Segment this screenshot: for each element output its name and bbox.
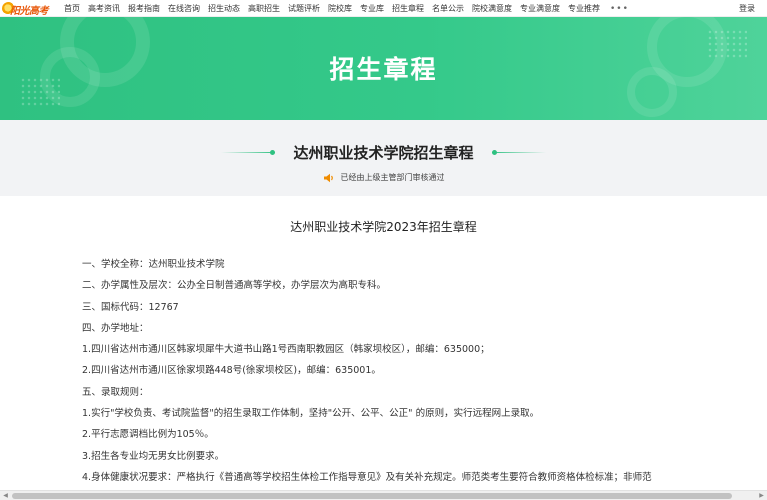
more-icon[interactable]: ••• xyxy=(610,4,629,14)
heading-decoration-left xyxy=(221,149,276,155)
heading-decoration-right xyxy=(491,149,546,155)
nav-item-school-satisfaction[interactable]: 院校满意度 xyxy=(472,0,512,17)
scroll-left-icon[interactable]: ◀ xyxy=(1,492,10,500)
nav-item-consult[interactable]: 在线咨询 xyxy=(168,0,200,17)
nav-menu: 首页 高考资讯 报考指南 在线咨询 招生动态 高职招生 试题评析 院校库 专业库… xyxy=(64,0,629,17)
nav-item-exam-review[interactable]: 试题评析 xyxy=(288,0,320,17)
horizontal-scrollbar[interactable]: ◀ ▶ xyxy=(0,490,767,500)
nav-item-schools[interactable]: 院校库 xyxy=(328,0,352,17)
scrollbar-thumb[interactable] xyxy=(12,493,732,499)
approval-notice: 已经由上级主管部门审核通过 xyxy=(0,172,767,183)
site-logo[interactable]: 阳光高考 xyxy=(2,1,49,17)
notice-text: 已经由上级主管部门审核通过 xyxy=(340,173,445,182)
document-body: 一、学校全称：达州职业技术学院 二、办学属性及层次：公办全日制普通高等学校，办学… xyxy=(82,258,742,492)
nav-item-admission-news[interactable]: 招生动态 xyxy=(208,0,240,17)
nav-item-news[interactable]: 高考资讯 xyxy=(88,0,120,17)
doc-line: 五、录取规则： xyxy=(82,386,149,398)
nav-item-majors[interactable]: 专业库 xyxy=(360,0,384,17)
nav-item-vocational[interactable]: 高职招生 xyxy=(248,0,280,17)
speaker-icon xyxy=(323,173,333,182)
doc-line: 三、国标代码：12767 xyxy=(82,301,179,313)
logo-text: 阳光高考 xyxy=(10,6,49,17)
nav-item-major-recommend[interactable]: 专业推荐 xyxy=(568,0,600,17)
page-title: 达州职业技术学院招生章程 xyxy=(293,143,474,162)
document-title: 达州职业技术学院2023年招生章程 xyxy=(290,220,477,234)
nav-item-guide[interactable]: 报考指南 xyxy=(128,0,160,17)
login-link[interactable]: 登录 xyxy=(739,0,755,17)
doc-line: 1.实行"学校负责、考试院监督"的招生录取工作体制，坚持"公开、公平、公正" 的… xyxy=(82,408,540,420)
charter-header: 达州职业技术学院招生章程 已经由上级主管部门审核通过 xyxy=(0,120,767,196)
nav-item-home[interactable]: 首页 xyxy=(64,0,80,17)
top-nav: 阳光高考 首页 高考资讯 报考指南 在线咨询 招生动态 高职招生 试题评析 院校… xyxy=(0,0,767,17)
doc-line: 一、学校全称：达州职业技术学院 xyxy=(82,259,225,270)
nav-item-lists[interactable]: 名单公示 xyxy=(432,0,464,17)
doc-line: 四、办学地址： xyxy=(82,322,149,334)
heading-row: 达州职业技术学院招生章程 xyxy=(0,142,767,162)
doc-line: 1.四川省达州市通川区韩家坝犀牛大道书山路1号西南职教园区（韩家坝校区），邮编：… xyxy=(82,344,490,356)
scroll-right-icon[interactable]: ▶ xyxy=(757,492,766,500)
nav-item-major-satisfaction[interactable]: 专业满意度 xyxy=(520,0,560,17)
doc-line: 二、办学属性及层次：公办全日制普通高等学校，办学层次为高职专科。 xyxy=(82,280,387,292)
nav-item-charters[interactable]: 招生章程 xyxy=(392,0,424,17)
banner-title: 招生章程 xyxy=(329,55,438,84)
banner: 招生章程 xyxy=(0,17,767,120)
doc-line: 2.平行志愿调档比例为105％。 xyxy=(82,429,214,441)
doc-line: 2.四川省达州市通川区徐家坝路448号(徐家坝校区)，邮编：635001。 xyxy=(82,365,381,377)
doc-line: 3.招生各专业均无男女比例要求。 xyxy=(82,450,225,462)
